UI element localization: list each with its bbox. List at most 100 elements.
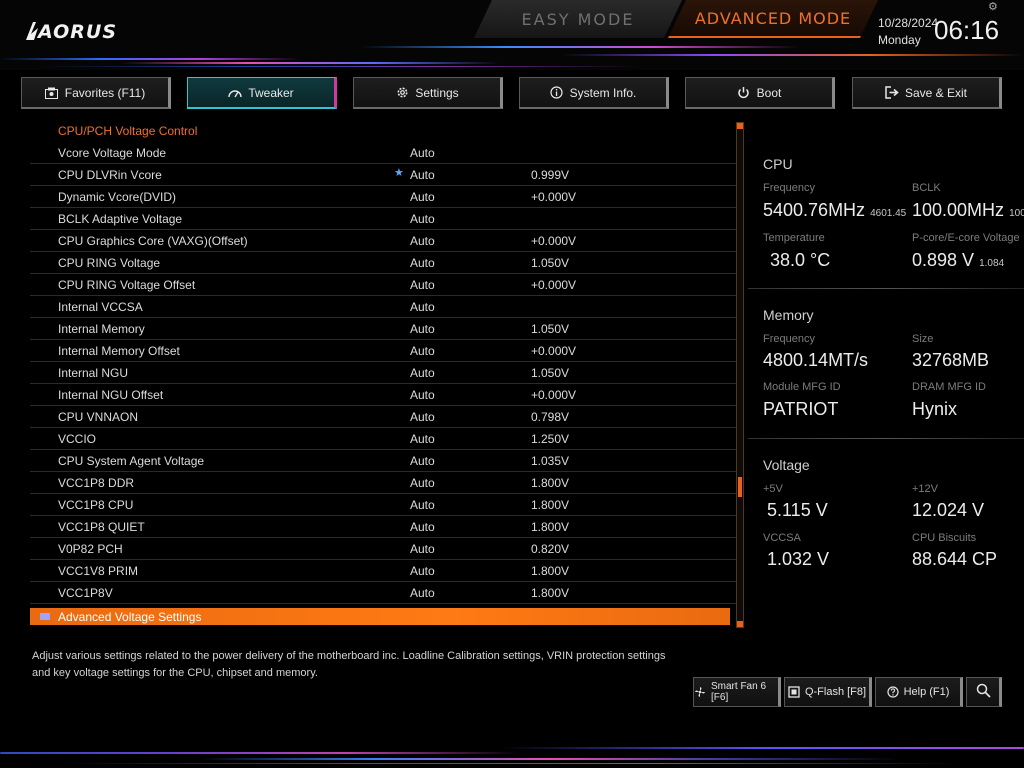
- plus12v-value: 12.024 V: [912, 500, 985, 520]
- list-item[interactable]: Internal NGU Offset Auto +0.000V: [30, 384, 736, 406]
- section-divider: [748, 438, 1024, 439]
- setting-current: +0.000V: [531, 234, 577, 248]
- setting-value[interactable]: Auto: [410, 212, 435, 226]
- scroll-down-icon[interactable]: [737, 621, 743, 627]
- setting-current: 1.800V: [531, 586, 570, 600]
- setting-value[interactable]: Auto: [410, 542, 435, 556]
- easy-mode-tab[interactable]: EASY MODE: [474, 0, 682, 38]
- selection-marker-icon: [40, 613, 50, 620]
- setting-value[interactable]: Auto: [410, 146, 435, 160]
- list-item[interactable]: Internal Memory Auto 1.050V: [30, 318, 736, 340]
- tab-settings[interactable]: Settings: [353, 77, 503, 109]
- bclk-value: 100.00MHz 100.00: [912, 200, 1024, 221]
- setting-value[interactable]: Auto: [410, 300, 435, 314]
- list-item[interactable]: CPU RING Voltage Auto 1.050V: [30, 252, 736, 274]
- setting-value[interactable]: Auto: [410, 498, 435, 512]
- setting-current: 1.800V: [531, 564, 570, 578]
- list-scrollbar[interactable]: [736, 122, 744, 628]
- scroll-thumb[interactable]: [738, 477, 742, 497]
- voltage-section-title: Voltage: [763, 457, 810, 473]
- setting-value[interactable]: Auto: [410, 432, 435, 446]
- selected-list-item[interactable]: Advanced Voltage Settings: [30, 608, 730, 625]
- setting-name: CPU System Agent Voltage: [58, 454, 205, 468]
- easy-mode-label: EASY MODE: [521, 9, 635, 29]
- bottom-decoration: [0, 738, 1024, 768]
- tab-boot-label: Boot: [756, 85, 782, 100]
- setting-value[interactable]: Auto: [410, 564, 435, 578]
- setting-value[interactable]: Auto: [410, 190, 435, 204]
- setting-current: 0.999V: [531, 168, 570, 182]
- setting-value[interactable]: Auto: [410, 344, 435, 358]
- decor-streak: [0, 752, 520, 754]
- tab-save-exit-label: Save & Exit: [904, 85, 968, 100]
- list-item[interactable]: Internal NGU Auto 1.050V: [30, 362, 736, 384]
- setting-value[interactable]: Auto: [410, 234, 435, 248]
- cpu-frequency-sub: 4601.45: [870, 208, 907, 219]
- setting-current: 1.050V: [531, 256, 570, 270]
- list-item[interactable]: V0P82 PCH Auto 0.820V: [30, 538, 736, 560]
- list-item[interactable]: VCC1P8 QUIET Auto 1.800V: [30, 516, 736, 538]
- list-item[interactable]: Internal VCCSA Auto: [30, 296, 736, 318]
- list-item[interactable]: Dynamic Vcore(DVID) Auto +0.000V: [30, 186, 736, 208]
- list-item[interactable]: CPU System Agent Voltage Auto 1.035V: [30, 450, 736, 472]
- list-item[interactable]: VCC1P8 DDR Auto 1.800V: [30, 472, 736, 494]
- cpu-temp-label: Temperature: [763, 232, 825, 244]
- advanced-mode-tab[interactable]: ADVANCED MODE: [668, 0, 878, 38]
- tab-save-exit[interactable]: Save & Exit: [852, 77, 1002, 109]
- section-header: CPU/PCH Voltage Control: [30, 120, 736, 142]
- day-display: Monday: [878, 33, 921, 47]
- setting-value[interactable]: Auto: [410, 410, 435, 424]
- setting-value[interactable]: Auto: [410, 256, 435, 270]
- setting-value[interactable]: Auto: [410, 520, 435, 534]
- setting-current: +0.000V: [531, 278, 577, 292]
- list-item[interactable]: CPU DLVRin Vcore ★ Auto 0.999V: [30, 164, 736, 186]
- favorite-star-icon[interactable]: ★: [394, 166, 404, 179]
- list-item[interactable]: Internal Memory Offset Auto +0.000V: [30, 340, 736, 362]
- setting-value[interactable]: Auto: [410, 476, 435, 490]
- list-item[interactable]: VCC1V8 PRIM Auto 1.800V: [30, 560, 736, 582]
- memory-frequency-label: Frequency: [763, 333, 815, 345]
- list-item[interactable]: CPU Graphics Core (VAXG)(Offset) Auto +0.0…: [30, 230, 736, 252]
- list-item[interactable]: CPU VNNAON Auto 0.798V: [30, 406, 736, 428]
- smart-fan-button[interactable]: Smart Fan 6 [F6]: [693, 677, 781, 707]
- setting-current: 1.050V: [531, 322, 570, 336]
- section-divider: [748, 288, 1024, 289]
- setting-name: VCC1P8 CPU: [58, 498, 134, 512]
- cpu-temp-value: 38.0 °C: [770, 250, 831, 270]
- setting-value[interactable]: Auto: [410, 454, 435, 468]
- scroll-up-icon[interactable]: [737, 123, 743, 129]
- list-item[interactable]: Vcore Voltage Mode Auto: [30, 142, 736, 164]
- setting-current: 0.820V: [531, 542, 570, 556]
- search-button[interactable]: [966, 677, 1002, 707]
- setting-current: 0.798V: [531, 410, 570, 424]
- setting-value[interactable]: Auto: [410, 366, 435, 380]
- setting-name: VCCIO: [58, 432, 97, 446]
- tab-tweaker[interactable]: Tweaker: [187, 77, 337, 109]
- info-icon: [550, 86, 564, 100]
- plus5v-value: 5.115 V: [767, 500, 828, 520]
- help-label: Help (F1): [903, 686, 950, 698]
- help-button[interactable]: Help (F1): [875, 677, 963, 707]
- setting-value[interactable]: Auto: [410, 388, 435, 402]
- list-item[interactable]: VCC1P8V Auto 1.800V: [30, 582, 736, 604]
- qflash-button[interactable]: Q-Flash [F8]: [784, 677, 872, 707]
- tab-boot[interactable]: Boot: [685, 77, 835, 109]
- setting-value[interactable]: Auto: [410, 278, 435, 292]
- search-icon: [976, 683, 991, 702]
- smart-fan-label: Smart Fan 6 [F6]: [711, 681, 767, 703]
- list-item[interactable]: CPU RING Voltage Offset Auto +0.000V: [30, 274, 736, 296]
- cpu-biscuits-label: CPU Biscuits: [912, 532, 977, 544]
- memory-section-title: Memory: [763, 307, 814, 323]
- list-item[interactable]: BCLK Adaptive Voltage Auto: [30, 208, 736, 230]
- favorites-icon: [45, 86, 59, 100]
- setting-value[interactable]: Auto: [410, 586, 435, 600]
- tab-system-info[interactable]: System Info.: [519, 77, 669, 109]
- list-item[interactable]: VCCIO Auto 1.250V: [30, 428, 736, 450]
- settings-gear-icon[interactable]: ⚙: [988, 0, 1000, 13]
- tab-favorites[interactable]: Favorites (F11): [21, 77, 171, 109]
- list-item[interactable]: VCC1P8 CPU Auto 1.800V: [30, 494, 736, 516]
- aorus-logo: AORUS: [24, 16, 124, 46]
- setting-value[interactable]: Auto: [410, 168, 435, 182]
- setting-value[interactable]: Auto: [410, 322, 435, 336]
- cpu-section-title: CPU: [763, 156, 793, 172]
